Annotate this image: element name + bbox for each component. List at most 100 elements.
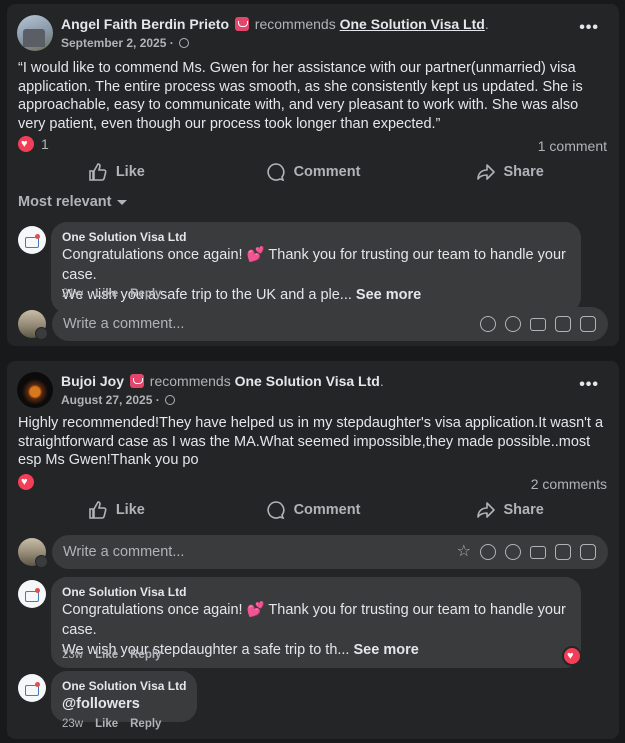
page-link[interactable]: One Solution Visa Ltd xyxy=(235,373,380,389)
comment-input[interactable]: Write a comment... xyxy=(52,307,608,341)
reaction-count: 1 xyxy=(41,136,49,152)
recommends-text: recommends xyxy=(149,373,231,389)
share-label: Share xyxy=(503,502,544,518)
post-text: “I would like to commend Ms. Gwen for he… xyxy=(18,60,583,132)
comment-age[interactable]: 21w xyxy=(62,288,83,300)
like-button[interactable]: Like xyxy=(18,155,215,189)
comment-author[interactable]: One Solution Visa Ltd xyxy=(62,678,186,694)
comment-love-reaction-icon[interactable] xyxy=(562,646,582,666)
sticker-icon[interactable] xyxy=(580,544,596,560)
post-date[interactable]: August 27, 2025 · xyxy=(61,393,384,407)
globe-icon xyxy=(179,38,190,48)
sticker-icon[interactable] xyxy=(580,316,596,332)
caret-down-icon xyxy=(117,199,128,205)
thumbs-up-icon xyxy=(89,501,107,519)
gif-icon[interactable] xyxy=(555,544,571,560)
gif-icon[interactable] xyxy=(555,316,571,332)
comment-mention[interactable]: @followers xyxy=(62,694,186,714)
share-label: Share xyxy=(503,164,544,180)
globe-icon xyxy=(165,395,176,405)
more-options-icon[interactable]: ••• xyxy=(579,376,599,394)
camera-icon[interactable] xyxy=(530,545,546,559)
sort-label: Most relevant xyxy=(18,194,112,210)
commenter-avatar[interactable] xyxy=(18,226,46,254)
author-avatar[interactable] xyxy=(17,15,53,51)
post-actions: Like Comment Share xyxy=(18,155,608,189)
composer-tools xyxy=(480,316,596,332)
comment-label: Comment xyxy=(293,502,361,518)
reaction-summary[interactable] xyxy=(18,474,34,490)
current-user-avatar[interactable] xyxy=(18,310,48,340)
author-avatar[interactable] xyxy=(17,372,53,408)
see-more-link[interactable]: See more xyxy=(356,287,421,303)
comment-reply-button[interactable]: Reply xyxy=(130,718,161,730)
comment-reply-button[interactable]: Reply xyxy=(130,288,161,300)
post-header: Angel Faith Berdin Prieto recommends One… xyxy=(17,15,489,51)
post-card: Bujoi Joy recommends One Solution Visa L… xyxy=(7,361,619,739)
love-reaction-icon xyxy=(18,474,34,490)
avatar-sticker-icon[interactable] xyxy=(480,316,496,332)
post-header: Bujoi Joy recommends One Solution Visa L… xyxy=(17,372,384,408)
comment-age[interactable]: 23w xyxy=(62,718,83,730)
current-user-avatar[interactable] xyxy=(18,538,48,568)
comment-meta: 23w Like Reply xyxy=(62,649,161,661)
reaction-summary[interactable]: 1 xyxy=(18,136,49,152)
post-date-text: August 27, 2025 · xyxy=(61,393,160,407)
comment-bubble: One Solution Visa Ltd @followers xyxy=(51,671,198,722)
camera-icon[interactable] xyxy=(530,317,546,331)
comment-like-button[interactable]: Like xyxy=(95,649,118,661)
comment-author[interactable]: One Solution Visa Ltd xyxy=(62,229,570,245)
top-fan-badge-icon xyxy=(129,374,144,388)
like-button[interactable]: Like xyxy=(18,493,215,527)
page-suffix: . xyxy=(484,16,489,32)
comment-like-button[interactable]: Like xyxy=(95,718,118,730)
comment-count[interactable]: 1 comment xyxy=(538,138,607,154)
share-button[interactable]: Share xyxy=(411,493,608,527)
comment-input-placeholder: Write a comment... xyxy=(63,544,185,560)
comment-author[interactable]: One Solution Visa Ltd xyxy=(62,584,570,600)
share-button[interactable]: Share xyxy=(411,155,608,189)
page-link[interactable]: One Solution Visa Ltd xyxy=(340,16,485,32)
top-fan-badge-icon xyxy=(234,17,249,31)
comment-sort-dropdown[interactable]: Most relevant xyxy=(18,194,128,210)
comment-label: Comment xyxy=(293,164,361,180)
commenter-avatar[interactable] xyxy=(18,674,46,702)
comment-reply-button[interactable]: Reply xyxy=(130,649,161,661)
sparkle-icon[interactable]: ☆ xyxy=(457,544,471,560)
comment-count[interactable]: 2 comments xyxy=(531,476,607,492)
post-card: Angel Faith Berdin Prieto recommends One… xyxy=(7,4,619,346)
emoji-icon[interactable] xyxy=(505,316,521,332)
comment-bubble-icon xyxy=(266,501,285,520)
commenter-avatar[interactable] xyxy=(18,580,46,608)
thumbs-up-icon xyxy=(89,163,107,181)
comment-button[interactable]: Comment xyxy=(215,155,412,189)
post-actions: Like Comment Share xyxy=(18,493,608,527)
author-name[interactable]: Bujoi Joy xyxy=(61,373,124,389)
avatar-sticker-icon[interactable] xyxy=(480,544,496,560)
comment-meta: 23w Like Reply xyxy=(62,718,161,730)
comment-bubble-icon xyxy=(266,163,285,182)
more-options-icon[interactable]: ••• xyxy=(579,19,599,37)
composer-tools: ☆ xyxy=(457,544,596,560)
comment-button[interactable]: Comment xyxy=(215,493,412,527)
post-text: Highly recommended!They have helped us i… xyxy=(18,415,604,468)
comment-input-placeholder: Write a comment... xyxy=(63,316,185,332)
post-date-text: September 2, 2025 · xyxy=(61,36,174,50)
like-label: Like xyxy=(115,164,145,180)
comment-line-1: Congratulations once again! 💕 Thank you … xyxy=(62,602,566,638)
comment-meta: 21w Like Reply xyxy=(62,288,161,300)
like-label: Like xyxy=(115,502,145,518)
comment-line-1: Congratulations once again! 💕 Thank you … xyxy=(62,247,566,283)
emoji-icon[interactable] xyxy=(505,544,521,560)
post-date[interactable]: September 2, 2025 · xyxy=(61,36,489,50)
comment-age[interactable]: 23w xyxy=(62,649,83,661)
recommends-text: recommends xyxy=(254,16,336,32)
comment-input[interactable]: Write a comment... ☆ xyxy=(52,535,608,569)
author-name[interactable]: Angel Faith Berdin Prieto xyxy=(61,16,229,32)
share-arrow-icon xyxy=(476,164,495,180)
share-arrow-icon xyxy=(476,502,495,518)
comment-like-button[interactable]: Like xyxy=(95,288,118,300)
love-reaction-icon xyxy=(18,136,34,152)
page-suffix: . xyxy=(379,373,384,389)
see-more-link[interactable]: See more xyxy=(354,642,419,658)
